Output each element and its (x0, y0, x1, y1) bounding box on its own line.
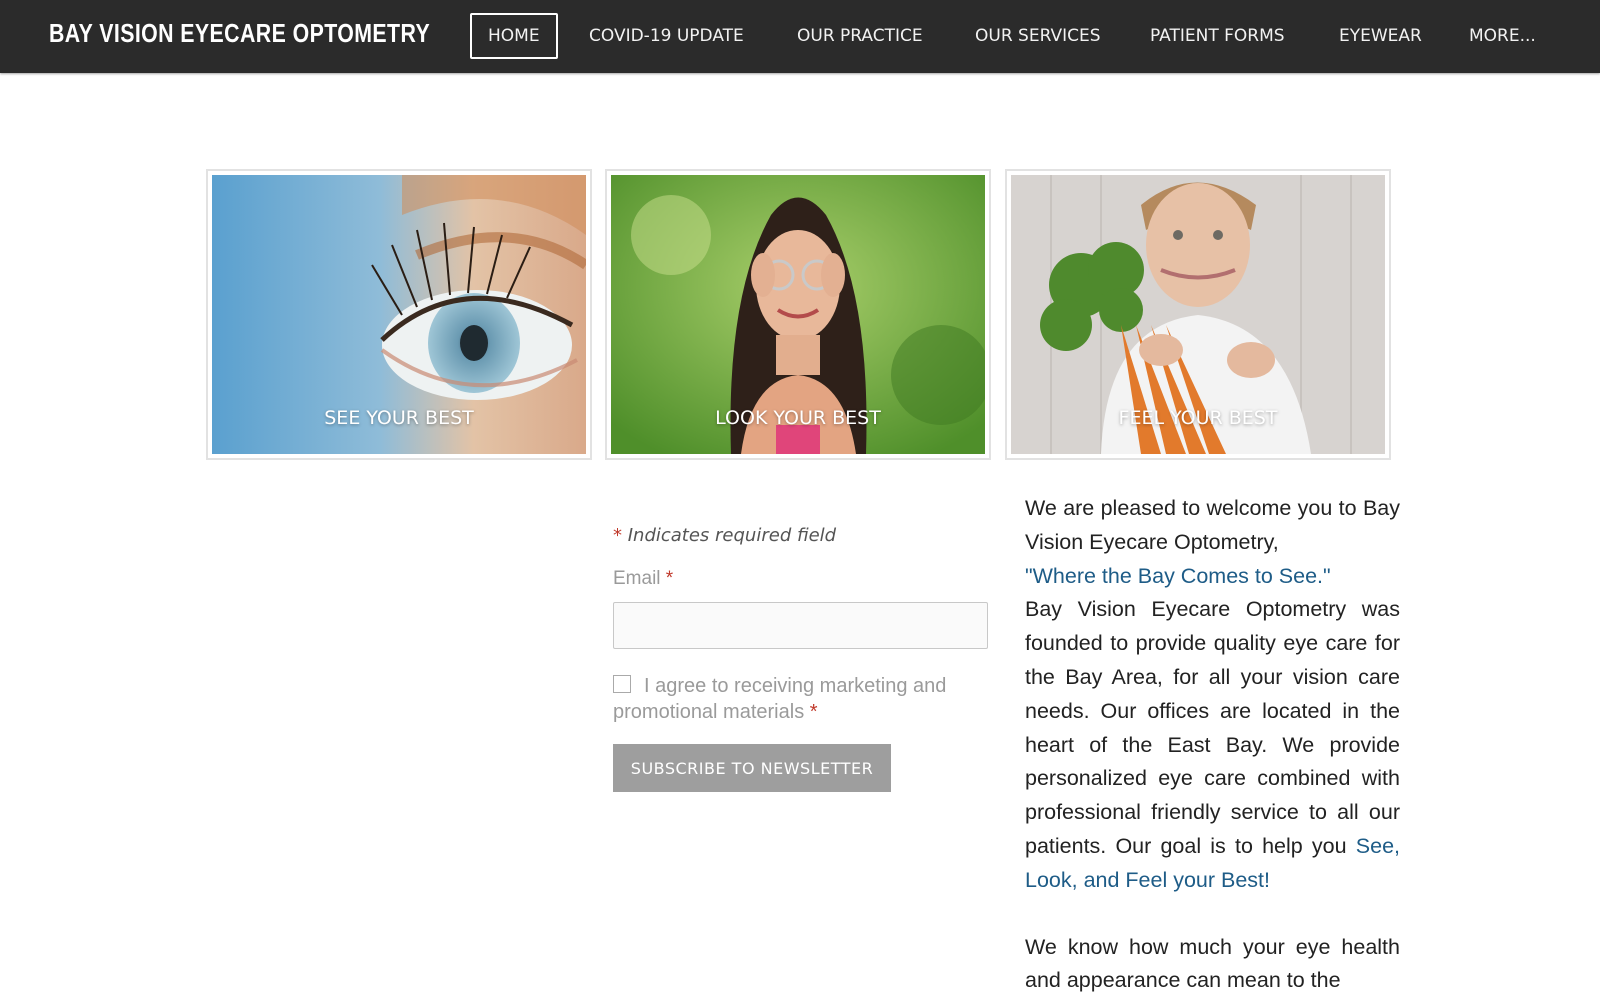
required-note-text: Indicates required field (627, 525, 837, 546)
tile-caption: LOOK YOUR BEST (715, 407, 881, 429)
email-label-text: Email (613, 568, 661, 589)
tile-caption: FEEL YOUR BEST (1118, 407, 1278, 429)
nav-patient-forms[interactable]: PATIENT FORMS (1134, 13, 1301, 59)
welcome-body-text: Bay Vision Eyecare Optometry was founded… (1025, 597, 1400, 858)
welcome-second-paragraph: We know how much your eye health and app… (1025, 934, 1400, 993)
site-header: BAY VISION EYECARE OPTOMETRY HOME COVID-… (0, 0, 1600, 73)
required-field-note: * Indicates required field (613, 525, 989, 546)
nav-more[interactable]: MORE... (1453, 13, 1552, 59)
welcome-tagline: "Where the Bay Comes to See." (1025, 563, 1331, 588)
tile-see-your-best[interactable]: SEE YOUR BEST (206, 169, 592, 460)
nav-eyewear[interactable]: EYEWEAR (1323, 13, 1438, 59)
marketing-consent: I agree to receiving marketing and promo… (613, 673, 989, 725)
email-label: Email * (613, 568, 989, 590)
consent-label: I agree to receiving marketing and promo… (613, 675, 947, 723)
nav-our-services[interactable]: OUR SERVICES (959, 13, 1117, 59)
newsletter-form: * Indicates required field Email * I agr… (613, 525, 989, 792)
required-star: * (613, 525, 622, 546)
nav-home[interactable]: HOME (470, 13, 558, 59)
required-star: * (665, 568, 674, 589)
welcome-body: Bay Vision Eyecare Optometry was founded… (1025, 593, 1400, 897)
email-field[interactable] (613, 602, 988, 649)
tile-caption: SEE YOUR BEST (324, 407, 474, 429)
site-logo[interactable]: BAY VISION EYECARE OPTOMETRY (49, 18, 430, 49)
nav-covid-update[interactable]: COVID-19 UPDATE (573, 13, 760, 59)
consent-checkbox[interactable] (613, 675, 631, 693)
welcome-text: We are pleased to welcome you to Bay Vis… (1025, 492, 1400, 998)
tile-feel-your-best[interactable]: FEEL YOUR BEST (1005, 169, 1391, 460)
welcome-intro: We are pleased to welcome you to Bay Vis… (1025, 496, 1400, 554)
required-star: * (809, 701, 818, 723)
tile-look-your-best[interactable]: LOOK YOUR BEST (605, 169, 991, 460)
nav-our-practice[interactable]: OUR PRACTICE (781, 13, 939, 59)
subscribe-button[interactable]: SUBSCRIBE TO NEWSLETTER (613, 744, 891, 792)
